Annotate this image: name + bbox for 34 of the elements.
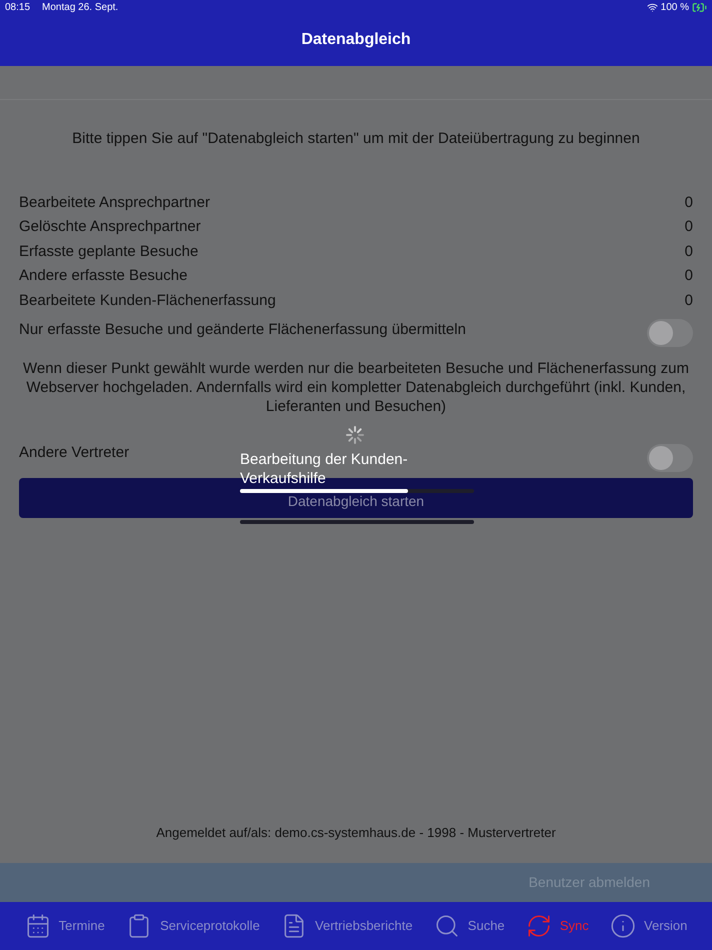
status-date: Montag 26. Sept. xyxy=(42,0,118,14)
option-label: Nur erfasste Besuche und geänderte Flächenerfassung übermitteln xyxy=(19,320,466,340)
header-title: Datenabgleich xyxy=(301,30,411,50)
spinner-icon xyxy=(346,426,364,444)
battery-icon xyxy=(692,0,707,14)
toggle-switch[interactable] xyxy=(647,444,693,472)
counter-value: 0 xyxy=(684,290,693,310)
info-icon xyxy=(610,913,636,939)
search-icon xyxy=(434,913,460,939)
tab-item[interactable]: Vertriebsberichte xyxy=(281,913,413,939)
counter-label: Gelöschte Ansprechpartner xyxy=(19,217,201,237)
wifi-icon xyxy=(646,2,658,12)
counter-value: 0 xyxy=(684,242,693,262)
sync-icon xyxy=(526,913,552,939)
counter-label: Bearbeitete Kunden-Flächenerfassung xyxy=(19,290,276,310)
option-label: Andere Vertreter xyxy=(19,442,130,463)
toggle-switch[interactable] xyxy=(647,319,693,347)
tab-item[interactable]: Suche xyxy=(434,913,505,939)
tab-item[interactable]: Sync xyxy=(526,913,589,939)
counter-value: 0 xyxy=(684,266,693,286)
counter-label: Erfasste geplante Besuche xyxy=(19,242,198,262)
instruction-text: Bitte tippen Sie auf "Datenabgleich starten" um mit der Dateiübertragung zu beginnen xyxy=(71,129,641,149)
tab-item[interactable]: Version xyxy=(610,913,688,939)
battery-level: 100 % xyxy=(660,0,689,14)
status-time: 08:15 xyxy=(5,0,30,14)
tab-item[interactable]: Serviceprotokolle xyxy=(126,913,260,939)
login-info: Angemeldet auf/als: demo.cs-systemhaus.de - 1998 - Mustervertreter xyxy=(155,824,557,842)
counter-label: Andere erfasste Besuche xyxy=(19,266,188,286)
counter-label: Bearbeitete Ansprechpartner xyxy=(19,192,210,212)
tab-item[interactable]: Termine xyxy=(24,913,105,939)
calendar-icon xyxy=(24,913,51,939)
counter-value: 0 xyxy=(684,192,693,212)
counter-value: 0 xyxy=(684,217,693,237)
explanation-text: Wenn dieser Punkt gewählt wurde werden nur die bearbeiteten Besuche und Flächenerfassung zum Webserver hochgeladen. Andernfalls wird ein kompletter Datenabgleich durchgeführt (inkl. Kunden, Lieferanten und Besuchen) xyxy=(22,359,690,416)
